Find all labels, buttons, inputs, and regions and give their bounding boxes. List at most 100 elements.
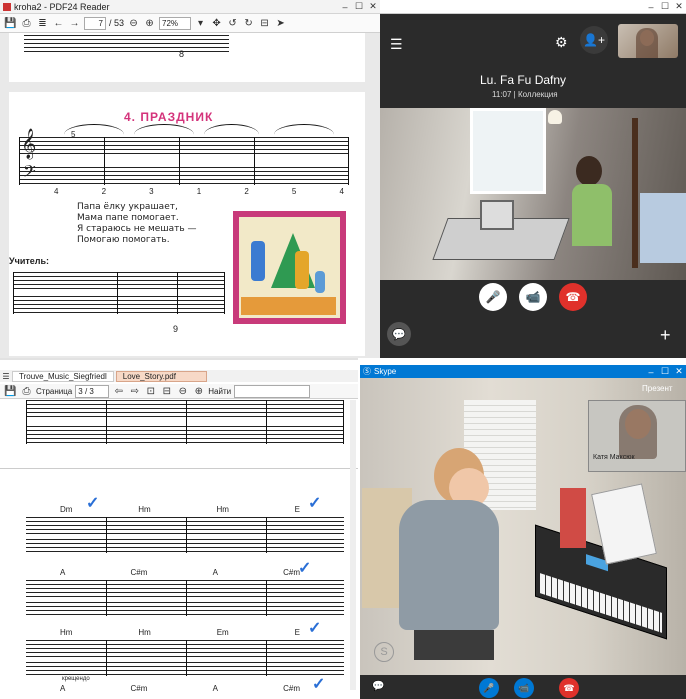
lyric-line: Я стараюсь не мешать — [77,224,197,234]
video-camera-button[interactable]: 📹 [514,678,534,698]
fingering: 2 [244,187,249,196]
zoom-in-icon[interactable]: ⊕ [143,17,156,30]
save-icon[interactable]: 💾 [4,385,17,398]
settings-icon[interactable]: ⚙ [555,34,568,51]
fingering: 1 [196,187,202,196]
rotate-left-icon[interactable]: ↺ [226,17,239,30]
zoom-out-icon[interactable]: ⊖ [176,385,189,398]
grand-staff-1: 𝄞 𝄢 4 2 3 1 2 5 4 [9,92,365,202]
close-icon[interactable]: ✕ [672,1,686,13]
page-number-input[interactable]: 7 [84,16,106,30]
fit-width-icon[interactable]: ⊟ [160,385,173,398]
back-arrow-icon[interactable]: ← [52,17,65,30]
cursor-icon[interactable]: ➤ [274,17,287,30]
add-person-button[interactable]: 👤+ [580,26,608,54]
chord-label: Hm [138,628,151,637]
chat-icon[interactable]: 💬 [372,681,384,692]
forward-arrow-icon[interactable]: ⇨ [128,385,141,398]
chord-label: A [60,568,66,577]
call-sub: Коллекция [517,90,558,99]
page-input[interactable]: 3 / 3 [75,384,110,398]
lyric-line: Помогаю помогать. [77,235,170,245]
laptop [480,200,514,230]
window [470,108,546,194]
fingering: 5 [291,187,297,196]
menu-icon[interactable]: ☰ [390,36,403,53]
chord-row: Hm Hm Em E [60,628,300,637]
sheet-music-viewer: ☰ Trouve_Music_Siegfriedl Love_Story.pdf… [0,358,358,699]
score-system-1: Dm Hm Hm E ✓ ✓ [0,495,346,553]
tab-love-story[interactable]: Love_Story.pdf [115,370,207,382]
maximize-icon[interactable]: ☐ [658,366,672,378]
pdf-reader-window: kroha2 - PDF24 Reader – ☐ ✕ 💾 ⎙ ≣ ← → 7 … [0,0,380,358]
video-camera-button[interactable]: 📹 [519,283,547,311]
rotate-right-icon[interactable]: ↻ [242,17,255,30]
add-icon[interactable]: + [660,325,671,346]
tab-bar: ☰ Trouve_Music_Siegfriedl Love_Story.pdf [0,370,358,382]
bass-staff [26,602,344,616]
close-icon[interactable]: ✕ [672,366,686,378]
illustration-family-tree [233,211,346,324]
zoom-select[interactable]: 72% [159,16,192,30]
print-icon[interactable]: ⎙ [20,17,33,30]
chord-label: Em [216,628,229,637]
find-label: Найти [208,386,232,396]
page-total: / 53 [109,18,125,28]
score-system-4: крещендо A C#m A C#m ✓ [0,676,346,699]
list-icon[interactable]: ≣ [36,17,49,30]
chord-label: Dm [60,505,73,514]
end-call-button[interactable]: ☎ [559,283,587,311]
maximize-icon[interactable]: ☐ [352,1,366,13]
chord-label: C#m [130,684,148,693]
skype-title-bar: – ☐ ✕ [380,0,686,14]
minimize-icon[interactable]: – [338,1,352,13]
save-icon[interactable]: 💾 [4,17,17,30]
annotation-crescendo: крещендо [62,676,90,682]
chord-label: E [294,628,300,637]
chord-label: C#m [283,684,300,693]
score-system-partial [0,398,346,458]
fingering: 4 [339,187,344,196]
zoom-in-icon[interactable]: ⊕ [192,385,205,398]
chord-label: A [60,684,66,693]
menu-icon[interactable]: ☰ [0,372,12,381]
minimize-icon[interactable]: – [644,1,658,13]
minimize-icon[interactable]: – [644,366,658,378]
checkmark-icon: ✓ [308,495,322,512]
treble-clef: 𝄞 [21,128,37,158]
fingering-row: 4 2 3 1 2 5 4 [54,187,344,196]
bed [640,193,686,263]
slur-arc [64,124,124,145]
chevron-down-icon[interactable]: ▾ [194,17,207,30]
call-subtitle: 11:07 | Коллекция [492,90,558,99]
scrollbar[interactable] [350,400,356,690]
chord-label: A [212,684,218,693]
skype-title-bar: Ⓢ Skype – ☐ ✕ [360,365,686,378]
window-title: kroha2 - PDF24 Reader [14,1,110,12]
bedpost [632,118,638,268]
zoom-out-icon[interactable]: ⊖ [127,17,140,30]
slur-arc [274,124,334,145]
search-input[interactable] [234,384,311,398]
move-icon[interactable]: ✥ [210,17,223,30]
checkmark-icon: ✓ [312,676,326,693]
treble-staff [26,517,344,535]
fit-width-icon[interactable]: ⊟ [258,17,271,30]
close-icon[interactable]: ✕ [366,1,380,13]
chat-button[interactable]: 💬 [387,322,411,346]
tab-trouve-music[interactable]: Trouve_Music_Siegfriedl [12,370,114,382]
chord-label: C#m [130,568,148,577]
chord-label: A [212,568,218,577]
fit-page-icon[interactable]: ⊡ [144,385,157,398]
self-preview-video [618,24,678,58]
microphone-button[interactable]: 🎤 [479,678,499,698]
lamp [548,110,562,124]
maximize-icon[interactable]: ☐ [658,1,672,13]
back-arrow-icon[interactable]: ⇦ [112,385,125,398]
bass-staff [13,296,225,314]
microphone-button[interactable]: 🎤 [479,283,507,311]
pdf-page-8: 8 [9,33,365,82]
forward-arrow-icon[interactable]: → [68,17,81,30]
end-call-button[interactable]: ☎ [559,678,579,698]
print-icon[interactable]: ⎙ [20,385,33,398]
